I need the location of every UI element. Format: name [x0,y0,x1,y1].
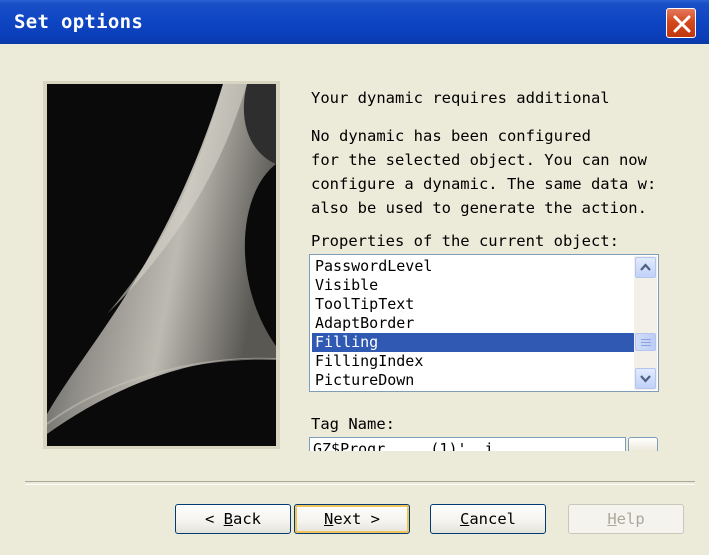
back-accel: B [223,510,233,528]
chevron-up-icon [640,263,651,271]
list-item[interactable]: FillingIndex [312,352,634,371]
next-accel: N [323,510,334,528]
tag-name-field[interactable]: GZ$Progr.....(1)'..i... [309,437,626,451]
set-options-dialog: Set options Your dynamic requires additi… [0,0,709,555]
cancel-label: ancel [469,510,516,528]
back-button[interactable]: < Back [175,504,291,534]
back-prefix: < [204,510,224,528]
back-label: ack [233,510,261,528]
list-item[interactable]: PictureDown [312,371,634,390]
scroll-up-button[interactable] [635,257,656,278]
help-label: elp [616,510,645,528]
properties-label: Properties of the current object: [311,232,619,250]
list-item[interactable]: Visible [312,276,634,295]
close-button[interactable] [666,8,696,38]
tag-name-label: Tag Name: [311,415,395,433]
properties-list: PasswordLevel Visible ToolTipText AdaptB… [312,257,634,390]
scroll-down-button[interactable] [635,368,656,389]
title-bar[interactable]: Set options [0,0,709,44]
tag-name-value: GZ$Progr.....(1)'..i... [313,440,521,451]
wizard-image [43,81,280,449]
help-accel: H [607,510,617,528]
chevron-down-icon [640,375,651,383]
scroll-thumb[interactable] [635,333,656,351]
window-title: Set options [14,11,144,33]
intro-paragraph-line-2: for the selected object. You can now [311,151,647,169]
separator [25,481,695,485]
intro-paragraph-line-3: configure a dynamic. The same data w: [311,175,657,193]
cancel-accel: C [459,510,470,528]
properties-listbox[interactable]: PasswordLevel Visible ToolTipText AdaptB… [309,254,659,392]
vertical-scrollbar[interactable] [634,256,657,390]
intro-paragraph-line-4: also be used to generate the action. [311,199,647,217]
intro-paragraph-line-1: No dynamic has been configured [311,127,591,145]
list-item-selected[interactable]: Filling [312,333,634,352]
list-item[interactable]: PasswordLevel [312,257,634,276]
next-button[interactable]: Next > [294,504,410,534]
intro-line: Your dynamic requires additional [311,89,610,107]
list-item[interactable]: AdaptBorder [312,314,634,333]
cancel-button[interactable]: Cancel [430,504,546,534]
close-icon [673,15,691,33]
next-label: ext > [333,510,380,528]
tag-browse-button[interactable] [628,437,658,451]
help-button[interactable]: Help [568,504,684,534]
list-item[interactable]: ToolTipText [312,295,634,314]
